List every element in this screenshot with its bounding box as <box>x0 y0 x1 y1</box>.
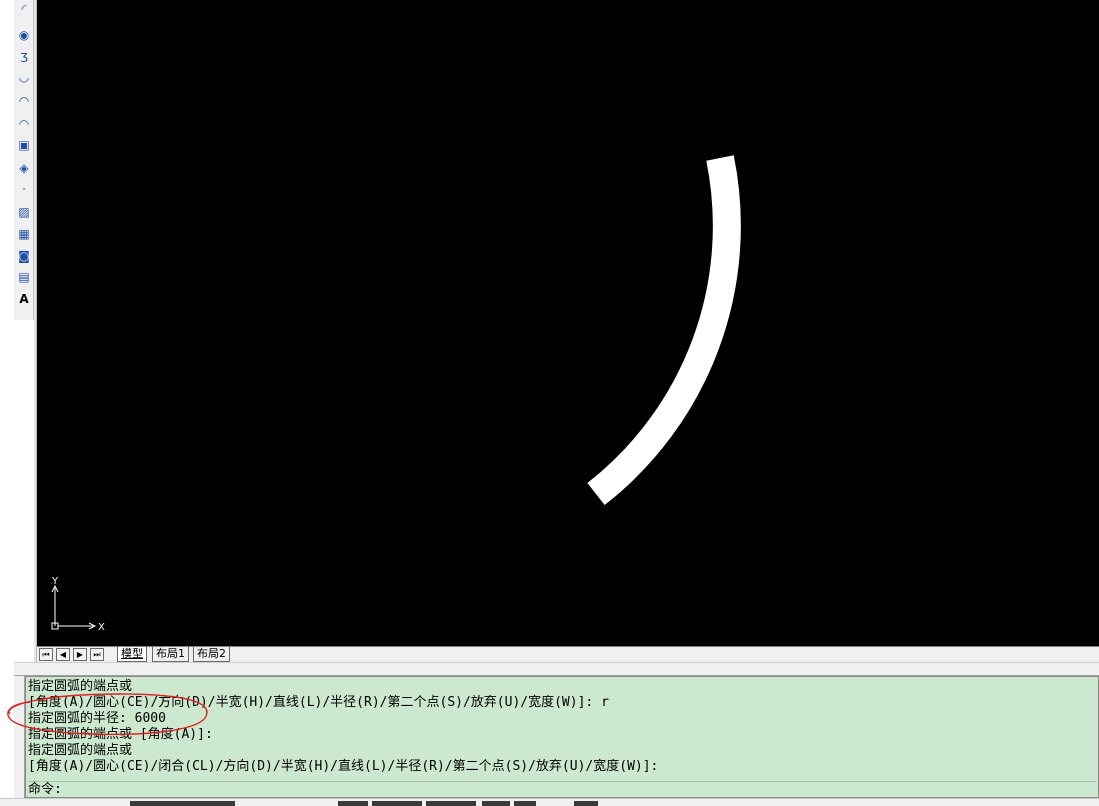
status-segment[interactable] <box>426 801 476 806</box>
table-icon[interactable]: ▤ <box>15 268 33 286</box>
next-tab-button[interactable]: ▶ <box>73 648 87 661</box>
command-history: 指定圆弧的端点或 [角度(A)/圆心(CE)/方向(D)/半宽(H)/直线(L)… <box>28 679 1096 775</box>
history-line: [角度(A)/圆心(CE)/方向(D)/半宽(H)/直线(L)/半径(R)/第二… <box>28 695 609 710</box>
command-input[interactable]: 命令: <box>28 781 1096 797</box>
history-line: 指定圆弧的端点或 <box>28 679 133 694</box>
status-segment[interactable] <box>338 801 368 806</box>
draw-toolbar: ◜ ◉ Ʒ ◡ ◠ ◠ ▣ ◈ · ▨ ▦ ◙ ▤ A <box>14 0 34 320</box>
region-icon[interactable]: ◙ <box>15 247 33 265</box>
last-tab-button[interactable]: ⏭ <box>90 648 104 661</box>
drawing-canvas[interactable]: Y X <box>37 0 1099 646</box>
insert-block-icon[interactable]: ▣ <box>15 136 33 154</box>
ucs-y-label: Y <box>51 576 59 587</box>
ucs-x-label: X <box>98 622 105 633</box>
history-line: 指定圆弧的端点或 [角度(A)]: <box>28 727 213 742</box>
tab-layout1[interactable]: 布局1 <box>152 647 189 662</box>
circle-tool-icon[interactable]: ◉ <box>15 26 33 44</box>
cad-application-window: ◜ ◉ Ʒ ◡ ◠ ◠ ▣ ◈ · ▨ ▦ ◙ ▤ A Y X ⏮ ◀ ▶ ⏭ … <box>0 0 1099 806</box>
layout-tab-bar: ⏮ ◀ ▶ ⏭ 模型 布局1 布局2 <box>37 646 1099 662</box>
status-segment[interactable] <box>482 801 510 806</box>
command-window: 指定圆弧的端点或 [角度(A)/圆心(CE)/方向(D)/半宽(H)/直线(L)… <box>25 676 1099 798</box>
ucs-icon <box>51 584 97 630</box>
multiline-text-icon[interactable]: A <box>15 290 33 308</box>
spline-icon[interactable]: ◡ <box>15 68 33 86</box>
previous-tab-button[interactable]: ◀ <box>56 648 70 661</box>
first-tab-button[interactable]: ⏮ <box>39 648 53 661</box>
hatch-icon[interactable]: ▨ <box>15 203 33 221</box>
point-icon[interactable]: · <box>15 180 33 198</box>
status-bar <box>0 798 1099 806</box>
status-segment[interactable] <box>514 801 536 806</box>
history-line: 指定圆弧的半径: 6000 <box>28 711 166 726</box>
command-window-grip[interactable] <box>14 676 25 798</box>
drawing-svg: Y X <box>51 155 741 633</box>
revision-cloud-icon[interactable]: Ʒ <box>15 49 33 67</box>
status-segment[interactable] <box>130 801 235 806</box>
polyline-arc[interactable] <box>587 155 741 506</box>
tab-model[interactable]: 模型 <box>117 647 147 662</box>
status-segment[interactable] <box>574 801 598 806</box>
history-line: 指定圆弧的端点或 <box>28 743 133 758</box>
ellipse-icon[interactable]: ◠ <box>15 92 33 110</box>
gradient-icon[interactable]: ▦ <box>15 225 33 243</box>
history-line: [角度(A)/圆心(CE)/闭合(CL)/方向(D)/半宽(H)/直线(L)/半… <box>28 759 659 774</box>
status-segment[interactable] <box>372 801 422 806</box>
arc-tool-icon[interactable]: ◜ <box>15 0 33 18</box>
make-block-icon[interactable]: ◈ <box>15 159 33 177</box>
tab-layout2[interactable]: 布局2 <box>193 647 230 662</box>
command-window-splitter[interactable] <box>14 662 1099 676</box>
ellipse-arc-icon[interactable]: ◠ <box>15 115 33 133</box>
